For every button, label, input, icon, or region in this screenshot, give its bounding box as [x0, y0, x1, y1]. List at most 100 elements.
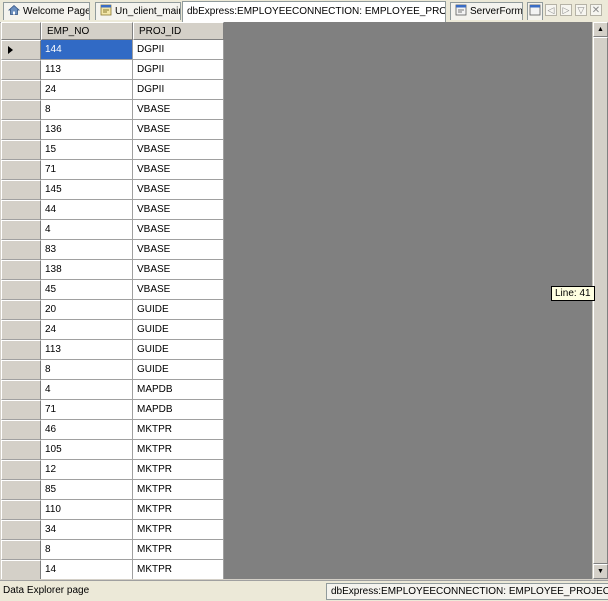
row-indicator[interactable]	[1, 320, 41, 340]
table-row[interactable]: 145 VBASE	[1, 180, 224, 200]
cell-emp-no[interactable]: 14	[41, 560, 133, 579]
table-row[interactable]: 24 DGPII	[1, 80, 224, 100]
tab-prev-button[interactable]: ◁	[545, 4, 557, 16]
close-icon[interactable]: ✕	[590, 4, 602, 16]
table-row[interactable]: 8 MKTPR	[1, 540, 224, 560]
table-row[interactable]: 110 MKTPR	[1, 500, 224, 520]
cell-emp-no[interactable]: 136	[41, 120, 133, 140]
table-row[interactable]: 24 GUIDE	[1, 320, 224, 340]
cell-proj-id[interactable]: VBASE	[133, 260, 224, 280]
cell-emp-no[interactable]: 145	[41, 180, 133, 200]
scroll-thumb[interactable]	[593, 37, 608, 564]
table-row[interactable]: 34 MKTPR	[1, 520, 224, 540]
table-row[interactable]: 136 VBASE	[1, 120, 224, 140]
cell-emp-no[interactable]: 110	[41, 500, 133, 520]
table-row[interactable]: 138 VBASE	[1, 260, 224, 280]
row-indicator[interactable]	[1, 400, 41, 420]
cell-proj-id[interactable]: VBASE	[133, 100, 224, 120]
cell-proj-id[interactable]: VBASE	[133, 180, 224, 200]
tab-welcome-page[interactable]: Welcome Page	[3, 2, 90, 20]
cell-emp-no[interactable]: 83	[41, 240, 133, 260]
cell-emp-no[interactable]: 15	[41, 140, 133, 160]
table-row[interactable]: 4 VBASE	[1, 220, 224, 240]
cell-proj-id[interactable]: MKTPR	[133, 520, 224, 540]
cell-proj-id[interactable]: VBASE	[133, 280, 224, 300]
cell-proj-id[interactable]: MKTPR	[133, 540, 224, 560]
row-indicator[interactable]	[1, 260, 41, 280]
table-row[interactable]: 71 VBASE	[1, 160, 224, 180]
cell-emp-no[interactable]: 4	[41, 220, 133, 240]
table-row[interactable]: 85 MKTPR	[1, 480, 224, 500]
table-row[interactable]: 45 VBASE	[1, 280, 224, 300]
cell-emp-no[interactable]: 4	[41, 380, 133, 400]
cell-proj-id[interactable]: MKTPR	[133, 480, 224, 500]
cell-proj-id[interactable]: VBASE	[133, 160, 224, 180]
row-indicator[interactable]	[1, 420, 41, 440]
cell-emp-no[interactable]: 45	[41, 280, 133, 300]
cell-emp-no[interactable]: 12	[41, 460, 133, 480]
table-row[interactable]: 8 VBASE	[1, 100, 224, 120]
cell-emp-no[interactable]: 24	[41, 320, 133, 340]
table-row[interactable]: 14 MKTPR	[1, 560, 224, 579]
cell-proj-id[interactable]: GUIDE	[133, 320, 224, 340]
row-indicator[interactable]	[1, 100, 41, 120]
table-row[interactable]: 105 MKTPR	[1, 440, 224, 460]
cell-emp-no[interactable]: 138	[41, 260, 133, 280]
row-indicator[interactable]	[1, 220, 41, 240]
table-row[interactable]: 144 DGPII	[1, 40, 224, 60]
cell-emp-no[interactable]: 44	[41, 200, 133, 220]
table-row[interactable]: 46 MKTPR	[1, 420, 224, 440]
scroll-down-button[interactable]: ▼	[593, 564, 608, 579]
cell-proj-id[interactable]: VBASE	[133, 220, 224, 240]
cell-emp-no[interactable]: 71	[41, 400, 133, 420]
cell-emp-no[interactable]: 34	[41, 520, 133, 540]
cell-emp-no[interactable]: 8	[41, 360, 133, 380]
column-header-emp-no[interactable]: EMP_NO	[41, 22, 133, 40]
row-indicator[interactable]	[1, 140, 41, 160]
row-indicator[interactable]	[1, 440, 41, 460]
cell-proj-id[interactable]: GUIDE	[133, 300, 224, 320]
cell-proj-id[interactable]: MKTPR	[133, 440, 224, 460]
cell-proj-id[interactable]: VBASE	[133, 200, 224, 220]
cell-proj-id[interactable]: MKTPR	[133, 420, 224, 440]
tab-un-client-main[interactable]: Un_client_main	[95, 2, 181, 20]
cell-proj-id[interactable]: MKTPR	[133, 500, 224, 520]
cell-proj-id[interactable]: MKTPR	[133, 560, 224, 579]
cell-proj-id[interactable]: GUIDE	[133, 340, 224, 360]
cell-emp-no[interactable]: 113	[41, 60, 133, 80]
row-indicator[interactable]	[1, 500, 41, 520]
cell-proj-id[interactable]: DGPII	[133, 80, 224, 100]
row-indicator[interactable]	[1, 520, 41, 540]
cell-emp-no[interactable]: 46	[41, 420, 133, 440]
cell-emp-no[interactable]: 8	[41, 540, 133, 560]
row-indicator[interactable]	[1, 200, 41, 220]
row-indicator[interactable]	[1, 560, 41, 579]
cell-emp-no[interactable]: 71	[41, 160, 133, 180]
table-row[interactable]: 15 VBASE	[1, 140, 224, 160]
row-indicator[interactable]	[1, 40, 41, 60]
cell-proj-id[interactable]: DGPII	[133, 40, 224, 60]
row-indicator[interactable]	[1, 300, 41, 320]
cell-proj-id[interactable]: DGPII	[133, 60, 224, 80]
row-indicator[interactable]	[1, 160, 41, 180]
cell-proj-id[interactable]: MKTPR	[133, 460, 224, 480]
table-row[interactable]: 12 MKTPR	[1, 460, 224, 480]
cell-emp-no[interactable]: 8	[41, 100, 133, 120]
cell-proj-id[interactable]: MAPDB	[133, 380, 224, 400]
table-row[interactable]: 113 GUIDE	[1, 340, 224, 360]
table-row[interactable]: 20 GUIDE	[1, 300, 224, 320]
table-row[interactable]: 113 DGPII	[1, 60, 224, 80]
data-grid[interactable]: EMP_NO PROJ_ID 144 DGPII 113 DGPII 24 DGPII 8 V…	[1, 22, 592, 579]
cell-proj-id[interactable]: VBASE	[133, 140, 224, 160]
row-indicator[interactable]	[1, 80, 41, 100]
table-row[interactable]: 4 MAPDB	[1, 380, 224, 400]
row-indicator[interactable]	[1, 60, 41, 80]
tab-list-button[interactable]: ▽	[575, 4, 587, 16]
tab-overflow[interactable]	[527, 2, 543, 20]
table-row[interactable]: 71 MAPDB	[1, 400, 224, 420]
tab-serverform[interactable]: ServerForm	[450, 2, 523, 20]
row-indicator[interactable]	[1, 280, 41, 300]
column-header-proj-id[interactable]: PROJ_ID	[133, 22, 224, 40]
tab-dbexpress-employee-project[interactable]: dbExpress:EMPLOYEECONNECTION: EMPLOYEE_P…	[182, 1, 446, 22]
row-indicator[interactable]	[1, 380, 41, 400]
